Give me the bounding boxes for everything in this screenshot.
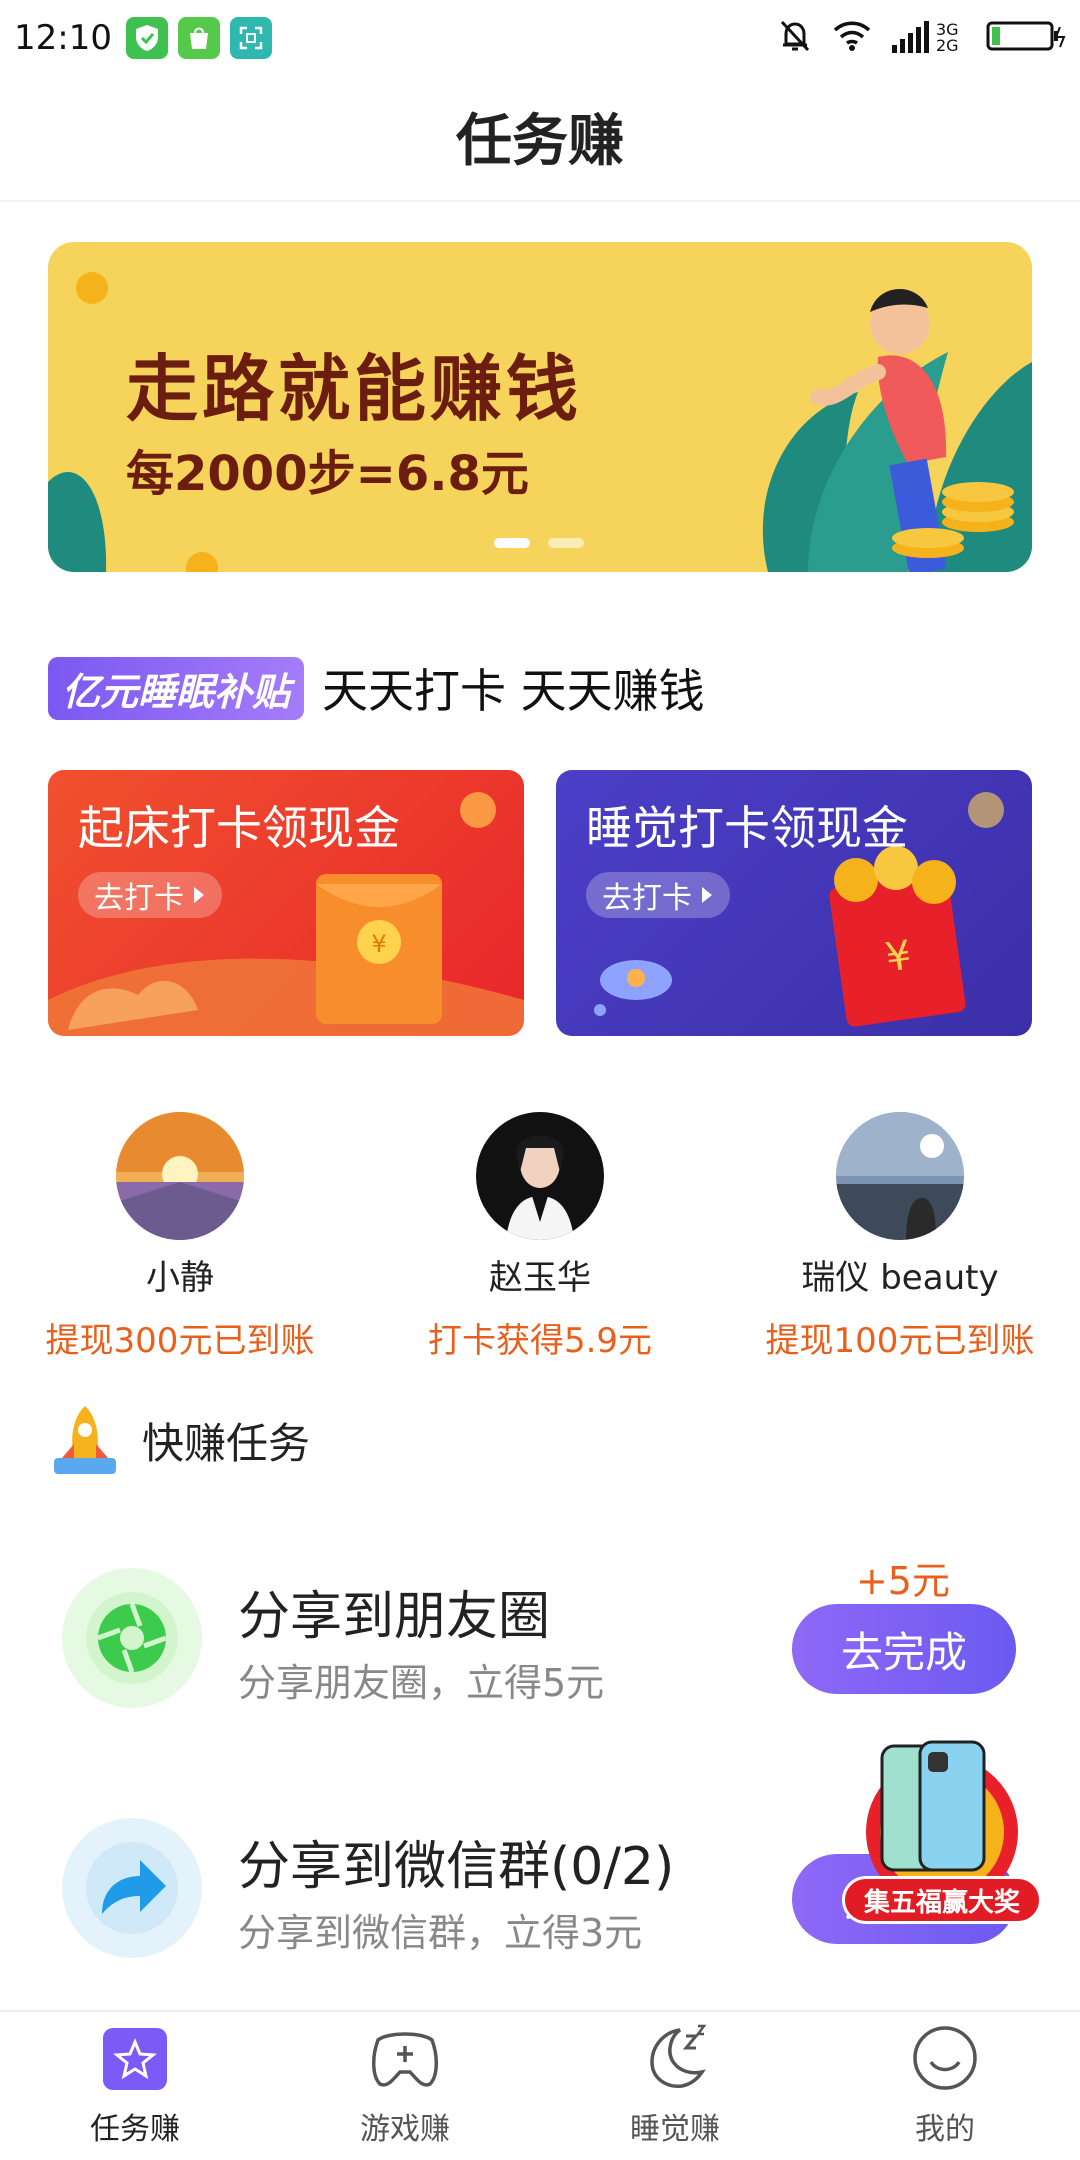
status-bar: 12:10 3G 2G (0, 0, 1080, 76)
battery-icon (986, 19, 1066, 57)
complete-task-button[interactable]: 去完成 (792, 1604, 1016, 1694)
moments-shutter-icon (62, 1568, 202, 1708)
subsidy-badge: 亿元睡眠补贴 (48, 656, 305, 720)
avatar (836, 1112, 964, 1240)
wifi-icon (832, 20, 872, 56)
user-card[interactable]: 小静 提现300元已到账 (0, 1112, 360, 1362)
task-item: 分享到朋友圈 分享朋友圈，立得5元 +5元 去完成 (0, 1538, 1080, 1748)
user-card[interactable]: 瑞仪 beauty 提现100元已到账 (720, 1112, 1080, 1362)
tab-label: 任务赚 (90, 2112, 180, 2147)
tab-label: 我的 (915, 2112, 975, 2147)
svg-text:¥: ¥ (371, 930, 386, 958)
header-divider (0, 200, 1080, 202)
mute-bell-icon (778, 18, 812, 58)
task-reward: +5元 (855, 1559, 950, 1603)
night-card-title: 睡觉打卡领现金 (586, 801, 908, 855)
task-title: 分享到朋友圈 (238, 1587, 551, 1647)
bottom-tab-bar: 任务赚 游戏赚 睡觉赚 我的 (0, 2010, 1080, 2160)
smiley-icon (911, 2024, 979, 2096)
avatar (116, 1112, 244, 1240)
morning-checkin-label: 去打卡 (94, 881, 184, 916)
carousel-dot[interactable] (548, 538, 584, 548)
user-name: 小静 (146, 1258, 214, 1298)
subsidy-slogan: 天天打卡 天天赚钱 (322, 664, 705, 718)
morning-checkin-button[interactable]: 去打卡 (78, 872, 222, 918)
banner-headline: 走路就能赚钱 (126, 347, 583, 431)
gamepad-icon (370, 2026, 440, 2096)
floating-promo[interactable]: 集五福赢大奖 (842, 1738, 1042, 1924)
rocket-icon (48, 1400, 122, 1480)
tab-game-earn[interactable]: 游戏赚 (270, 2012, 540, 2160)
tab-mine[interactable]: 我的 (810, 2012, 1080, 2160)
night-checkin-card[interactable]: ¥ 睡觉打卡领现金 去打卡 (556, 770, 1032, 1036)
task-subtitle: 分享到微信群，立得3元 (238, 1911, 643, 1955)
tab-label: 游戏赚 (360, 2112, 450, 2147)
user-activity: 提现100元已到账 (765, 1321, 1035, 1361)
quick-tasks-header: 快赚任务 (48, 1400, 310, 1480)
share-arrow-icon (62, 1818, 202, 1958)
task-subtitle: 分享朋友圈，立得5元 (238, 1661, 605, 1705)
scan-app-icon (229, 17, 272, 59)
task-title: 分享到微信群(0/2) (238, 1837, 675, 1897)
carousel-dot-active[interactable] (494, 538, 530, 548)
promo-banner[interactable]: 走路就能赚钱 每2000步=6.8元 (48, 242, 1032, 572)
user-card[interactable]: 赵玉华 打卡获得5.9元 (360, 1112, 720, 1362)
page-title: 任务赚 (456, 109, 624, 174)
user-activity: 提现300元已到账 (45, 1321, 315, 1361)
user-activity: 打卡获得5.9元 (427, 1321, 653, 1361)
user-name: 瑞仪 beauty (801, 1258, 999, 1298)
morning-checkin-card[interactable]: ¥ 起床打卡领现金 去打卡 (48, 770, 524, 1036)
star-icon (101, 2026, 169, 2096)
night-checkin-label: 去打卡 (602, 881, 692, 916)
tab-label: 睡觉赚 (630, 2112, 720, 2147)
shield-app-icon (125, 17, 168, 59)
quick-tasks-title: 快赚任务 (142, 1418, 311, 1468)
tab-sleep-earn[interactable]: 睡觉赚 (540, 2012, 810, 2160)
user-feed: 小静 提现300元已到账 赵玉华 打卡获得5.9元 瑞仪 beauty 提现10… (0, 1112, 1080, 1362)
banner-subline: 每2000步=6.8元 (126, 446, 529, 502)
morning-card-title: 起床打卡领现金 (78, 801, 400, 855)
avatar (476, 1112, 604, 1240)
subsidy-row: 亿元睡眠补贴 天天打卡 天天赚钱 (48, 655, 705, 721)
night-checkin-button[interactable]: 去打卡 (586, 872, 730, 918)
network-type: 3G 2G (936, 20, 959, 55)
status-time: 12:10 (14, 18, 112, 58)
shopping-bag-app-icon (177, 17, 220, 59)
promo-label: 集五福赢大奖 (842, 1876, 1042, 1924)
moon-icon (640, 2022, 710, 2096)
signal-icon: 3G 2G (892, 21, 966, 55)
play-arrow-icon (700, 878, 714, 913)
play-arrow-icon (192, 878, 206, 913)
user-name: 赵玉华 (489, 1258, 591, 1298)
tab-task-earn[interactable]: 任务赚 (0, 2012, 270, 2160)
phone-prize-icon (866, 1740, 1018, 1898)
